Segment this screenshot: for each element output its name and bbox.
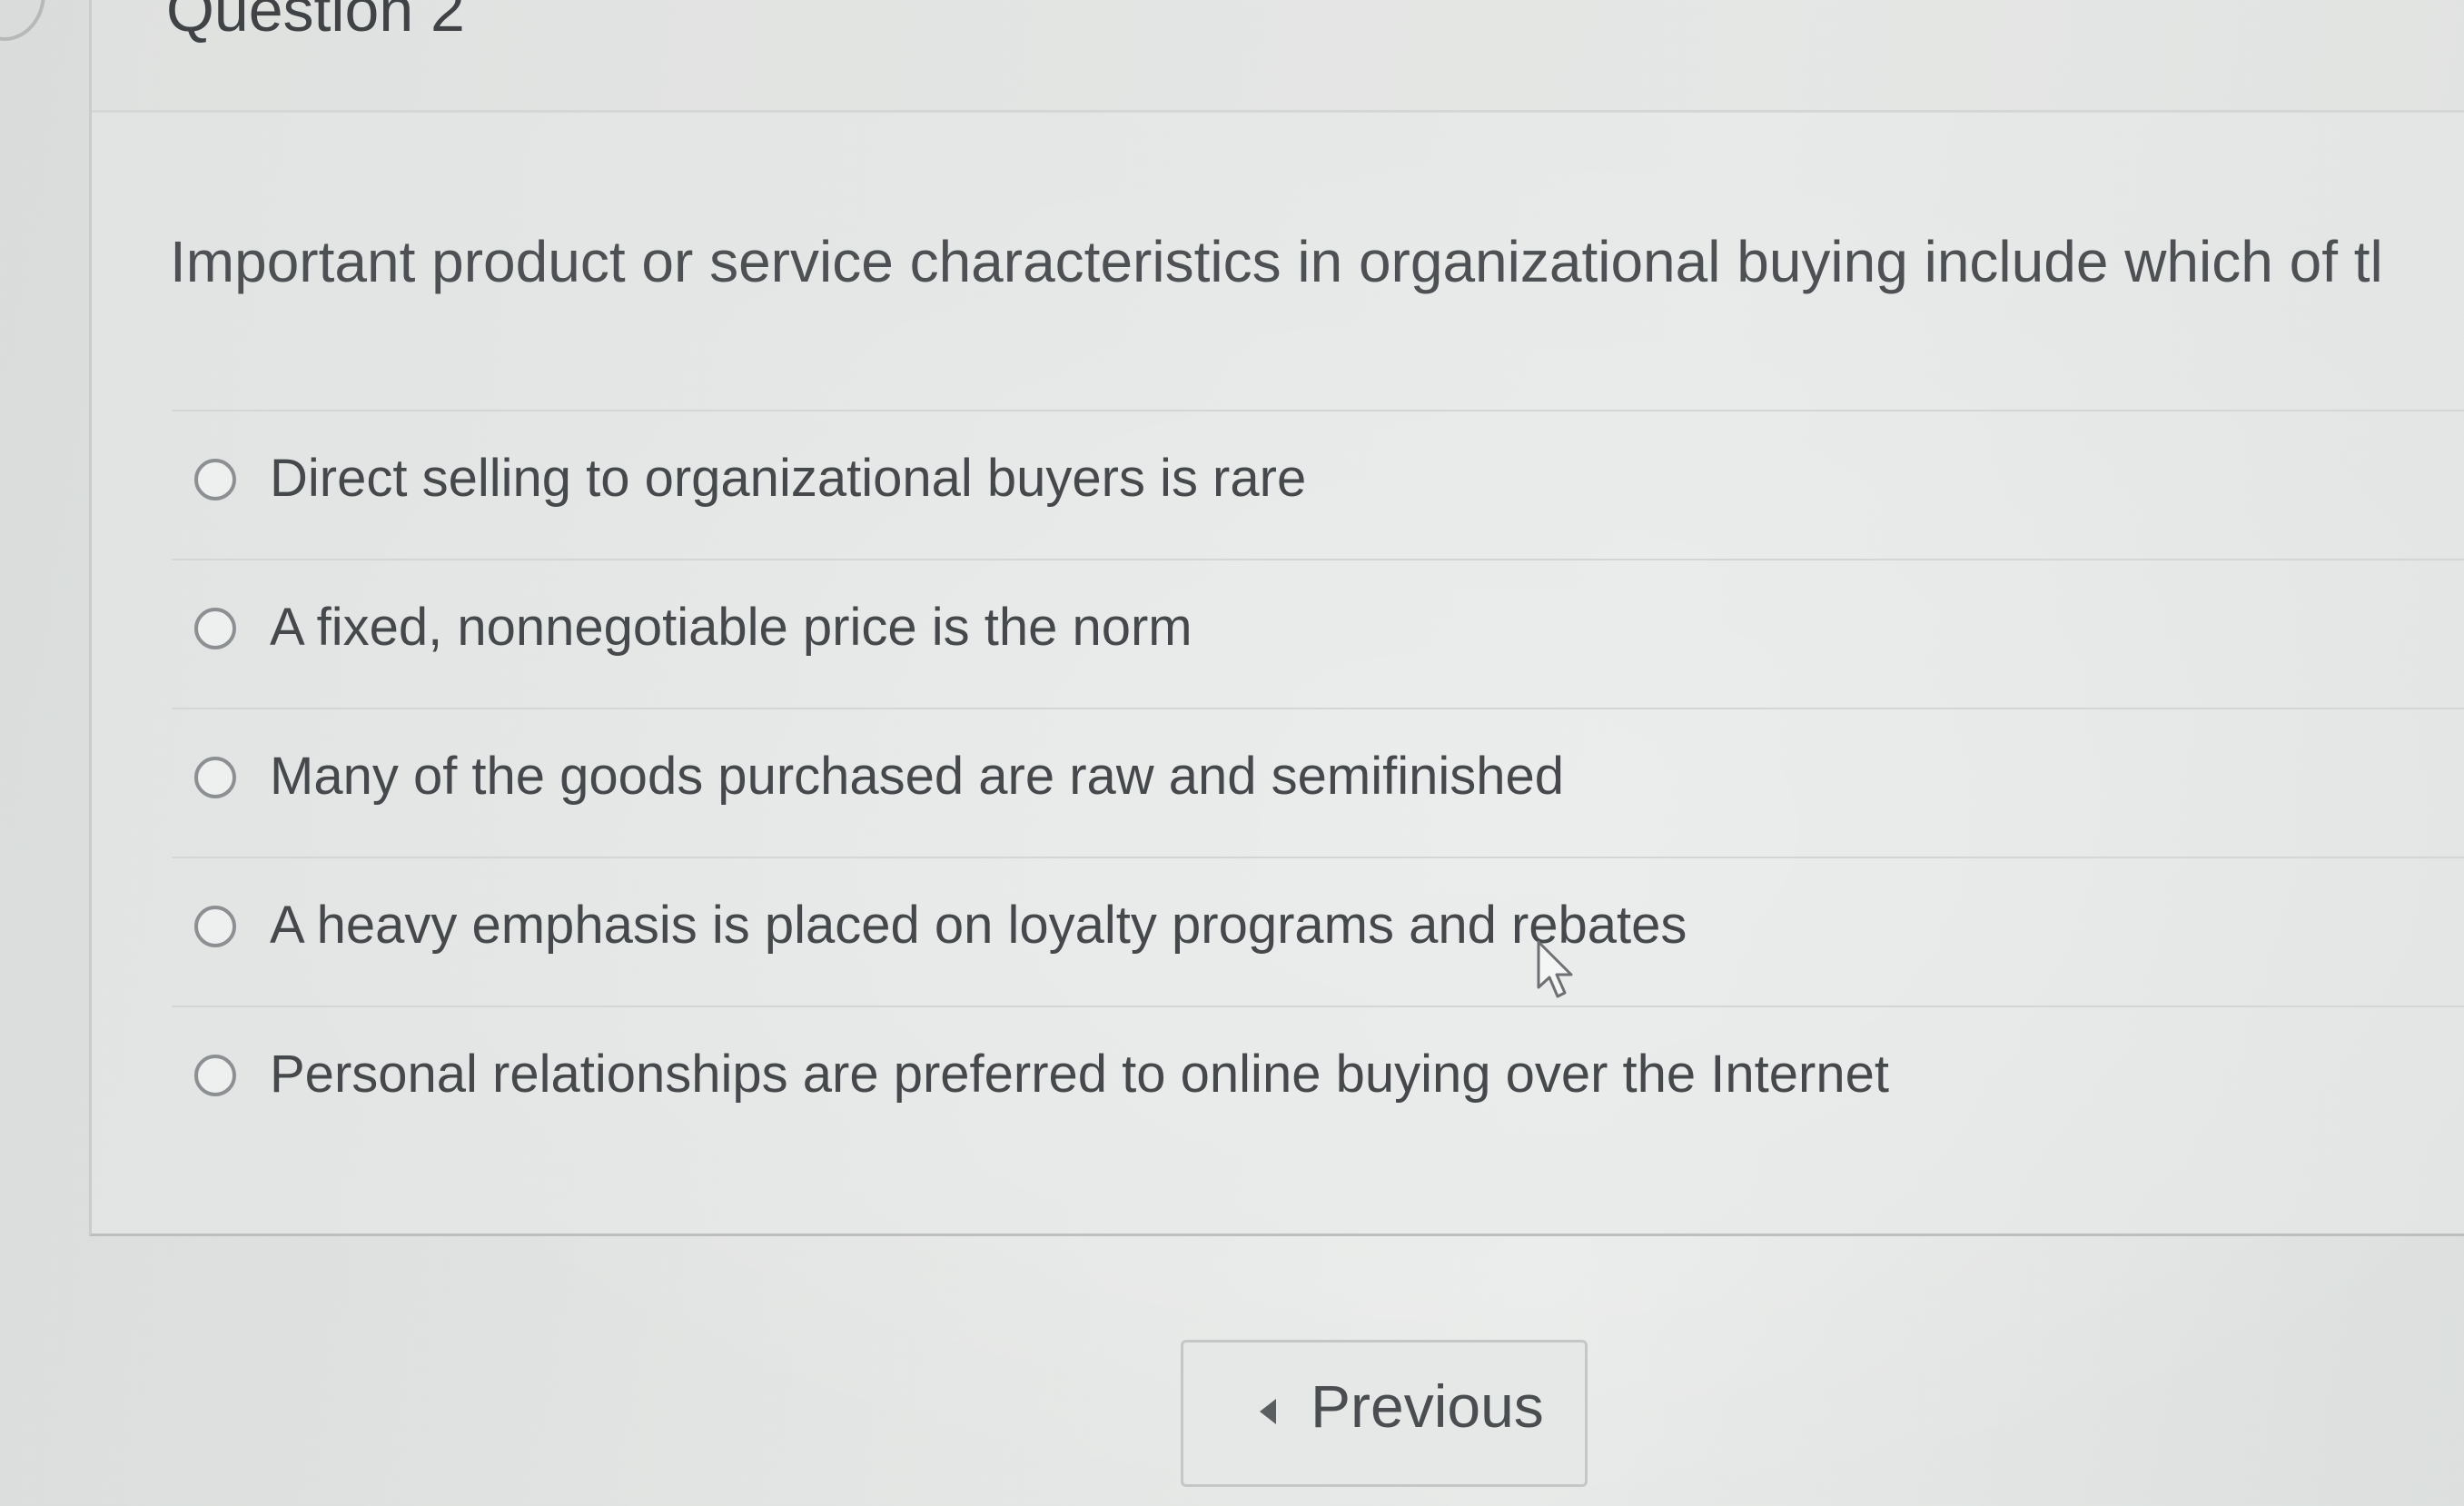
question-header: Question 2 <box>89 0 2464 113</box>
question-body: Important product or service characteris… <box>89 110 2464 1236</box>
previous-button-label: Previous <box>1311 1372 1544 1440</box>
answer-label[interactable]: Many of the goods purchased are raw and … <box>270 746 1564 807</box>
answer-label[interactable]: A fixed, nonnegotiable price is the norm <box>270 597 1192 658</box>
answer-option-3[interactable]: Many of the goods purchased are raw and … <box>172 708 2464 857</box>
answer-label[interactable]: Personal relationships are preferred to … <box>270 1044 1889 1105</box>
radio-button[interactable] <box>194 1055 236 1096</box>
question-title: Question 2 <box>166 0 465 45</box>
question-text: Important product or service characteris… <box>170 229 2383 294</box>
answer-option-1[interactable]: Direct selling to organizational buyers … <box>172 410 2464 559</box>
radio-button[interactable] <box>194 459 236 500</box>
radio-button[interactable] <box>194 757 236 798</box>
question-nav-icon[interactable] <box>0 0 45 41</box>
answer-option-4[interactable]: A heavy emphasis is placed on loyalty pr… <box>172 857 2464 1006</box>
mouse-pointer-icon <box>1537 940 1573 998</box>
answer-label[interactable]: Direct selling to organizational buyers … <box>270 448 1306 509</box>
radio-button[interactable] <box>194 608 236 649</box>
caret-left-icon <box>1260 1399 1276 1424</box>
answer-label[interactable]: A heavy emphasis is placed on loyalty pr… <box>270 895 1687 956</box>
previous-button[interactable]: Previous <box>1181 1340 1588 1487</box>
answer-list: Direct selling to organizational buyers … <box>172 410 2464 1154</box>
radio-button[interactable] <box>194 906 236 947</box>
answer-option-5[interactable]: Personal relationships are preferred to … <box>172 1006 2464 1154</box>
answer-option-2[interactable]: A fixed, nonnegotiable price is the norm <box>172 559 2464 708</box>
